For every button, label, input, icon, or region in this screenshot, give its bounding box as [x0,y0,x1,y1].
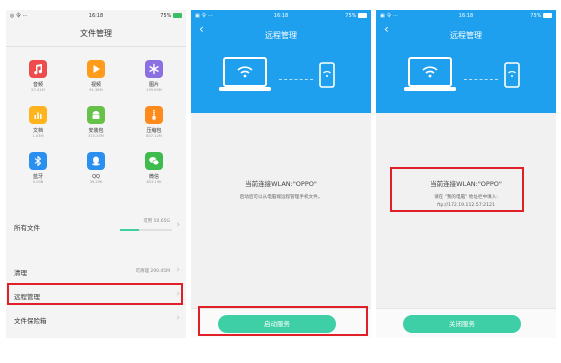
page-title: 远程管理 [450,31,482,40]
header-banner: ▣ 令 ··· 16:18 75% ‹ 远程管理 [376,10,556,113]
picture-icon [145,60,163,78]
battery-icon [173,13,182,18]
category-size: 853.19K [146,180,162,184]
category-bluetooth[interactable]: 蓝牙 0.00B [18,152,58,194]
category-size: 57.41M [31,88,45,92]
category-qq[interactable]: QQ 39.29K [76,152,116,194]
chevron-right-icon: › [176,220,180,230]
category-wechat[interactable]: 微信 853.19K [134,152,174,194]
hint-text: 启动后可以从电脑端远程管理手机文件。 [239,195,323,200]
category-packages[interactable]: 安装包 315.33M [76,106,116,148]
page-title: 远程管理 [265,31,297,40]
battery-text: 75% [160,13,172,19]
category-size: 315.33M [88,134,104,138]
zip-icon [145,106,163,124]
bluetooth-icon [29,152,47,170]
qq-icon [87,152,105,170]
category-size: 807.12M [146,134,162,138]
status-bar: ▣ 令 ··· 16:18 75% [376,10,556,22]
category-archives[interactable]: 压缩包 807.12M [134,106,174,148]
category-video[interactable]: 视频 91.38M [76,60,116,102]
android-icon [87,106,105,124]
clean-value: 可清理 290.45M [135,269,170,274]
status-battery: 75% [530,10,552,22]
storage-available: 可用 50.65G [143,219,170,224]
status-battery: 75% [160,10,182,22]
category-size: 159.09M [146,88,162,92]
file-safe-row[interactable]: 文件保险箱 › [6,308,186,330]
clean-label: 清理 [14,269,27,277]
connected-wlan-text: 当前连接WLAN:"OPPO" [245,180,317,188]
battery-text: 75% [530,13,542,19]
music-icon [29,60,47,78]
battery-text: 75% [345,13,357,19]
file-safe-label: 文件保险箱 [14,317,47,325]
page-title: 文件管理 [80,29,112,38]
status-time: 16:18 [88,13,104,19]
category-audio[interactable]: 音频 57.41M [18,60,58,102]
highlight-remote-management [7,283,183,305]
category-size: 0.00B [32,180,44,184]
all-files-label: 所有文件 [14,224,40,232]
battery-icon [543,13,552,18]
status-bar: ◎ 令 ··· 16:18 75% [6,10,186,22]
video-play-icon [87,60,105,78]
status-battery: 75% [345,10,367,22]
storage-bar [120,229,172,231]
category-size: 39.29K [89,180,103,184]
wechat-icon [145,152,163,170]
stop-service-button[interactable]: 关闭服务 [403,315,521,333]
status-time: 16:18 [273,13,289,19]
storage-bar-fill [120,229,139,231]
laptop-icon [219,57,271,91]
all-files-row[interactable]: 所有文件 可用 50.65G › [6,215,186,237]
connection-line [279,79,313,80]
battery-icon [358,13,367,18]
laptop-icon [404,57,456,91]
category-size: 1.53M [32,134,44,138]
document-icon [29,106,47,124]
status-time: 16:18 [458,13,474,19]
highlight-ftp-address [390,167,524,212]
chevron-right-icon: › [176,313,180,323]
phone-icon [504,62,520,88]
connection-line [464,79,498,80]
divider [6,46,186,47]
category-pictures[interactable]: 图片 159.09M [134,60,174,102]
phone-icon [319,62,335,88]
remote-management-start-screen: ▣ 令 ··· 16:18 75% ‹ 远程管理 当前连接WLAN:"OPPO"… [191,10,371,338]
highlight-start-service [198,306,368,336]
status-bar: ▣ 令 ··· 16:18 75% [191,10,371,22]
category-documents[interactable]: 文档 1.53M [18,106,58,148]
chevron-right-icon: › [176,265,180,275]
category-size: 91.38M [89,88,103,92]
clean-row[interactable]: 清理 可清理 290.45M › [6,260,186,282]
header-banner: ▣ 令 ··· 16:18 75% ‹ 远程管理 [191,10,371,113]
